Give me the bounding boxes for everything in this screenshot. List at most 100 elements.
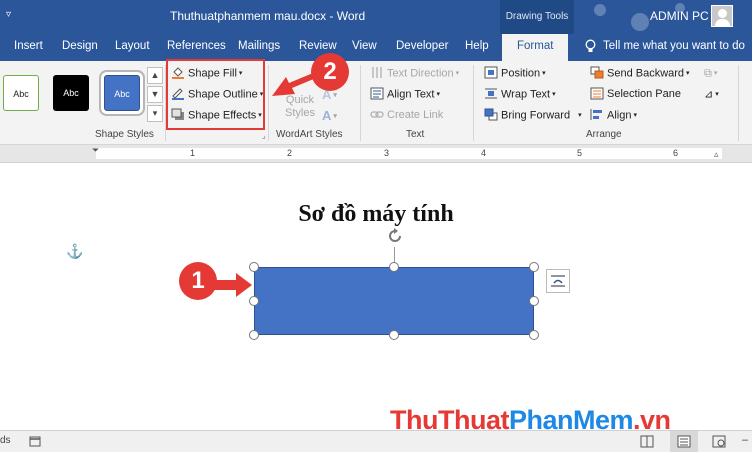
chevron-down-icon: ▾ — [436, 91, 441, 98]
user-name[interactable]: ADMIN PC — [650, 9, 709, 23]
ruler-number: 4 — [481, 148, 487, 158]
resize-handle[interactable] — [389, 262, 399, 272]
document-heading[interactable]: Sơ đồ máy tính — [0, 201, 752, 228]
lightbulb-icon — [585, 39, 596, 52]
proofing-icon[interactable] — [29, 435, 41, 447]
resize-handle[interactable] — [389, 330, 399, 340]
tab-format[interactable]: Format — [502, 34, 569, 61]
tab-mailings[interactable]: Mailings — [238, 40, 280, 52]
group-label-arrange: Arrange — [586, 129, 622, 140]
selection-pane-label: Selection Pane — [607, 88, 681, 100]
watermark-part2: PhanMem — [508, 405, 634, 435]
group-objects-icon[interactable]: ⧉ ▾ — [704, 65, 717, 82]
tab-design[interactable]: Design — [62, 40, 98, 52]
style-thumb-black[interactable]: Abc — [53, 75, 89, 111]
divider — [738, 65, 739, 141]
ruler-number: 5 — [577, 148, 583, 158]
tab-references[interactable]: References — [167, 40, 226, 52]
text-direction-label: Text Direction — [387, 67, 454, 80]
read-mode-icon[interactable] — [640, 435, 654, 448]
tab-layout[interactable]: Layout — [115, 40, 150, 52]
resize-handle[interactable] — [529, 330, 539, 340]
tab-help[interactable]: Help — [465, 40, 489, 52]
group-label-shape-styles: Shape Styles — [95, 129, 154, 140]
gallery-scroll-up-icon[interactable]: ▲ — [147, 67, 163, 84]
print-layout-button[interactable] — [670, 431, 698, 452]
shape-styles-gallery: Abc Abc Abc ▲ ▼ ▾ — [0, 67, 164, 123]
resize-handle[interactable] — [529, 262, 539, 272]
divider — [268, 65, 269, 141]
print-layout-icon — [677, 435, 691, 448]
callout-arrow-2 — [272, 74, 316, 96]
horizontal-ruler[interactable]: 1 2 3 4 5 6 ⏷ ▵ — [0, 145, 752, 163]
gallery-more-icon[interactable]: ▾ — [147, 105, 163, 122]
bring-forward-button[interactable]: Bring Forward ▾ — [484, 107, 582, 124]
chevron-down-icon: ▾ — [633, 112, 637, 119]
step-callout-1: 1 — [179, 262, 217, 300]
watermark-part1: ThuThuat — [390, 405, 509, 435]
send-backward-label: Send Backward — [607, 67, 685, 80]
group-label-text: Text — [406, 129, 425, 140]
layout-options-icon — [551, 275, 565, 287]
zoom-out-icon[interactable]: – — [742, 434, 748, 446]
tab-developer[interactable]: Developer — [396, 40, 448, 52]
ruler-number: 6 — [673, 148, 679, 158]
bring-forward-label: Bring Forward — [501, 109, 571, 122]
dialog-launcher-icon[interactable]: ⌟ — [262, 131, 266, 140]
word-count[interactable]: ds — [0, 435, 11, 446]
create-link-label: Create Link — [387, 109, 444, 121]
position-icon — [484, 66, 498, 79]
web-layout-icon[interactable] — [712, 435, 726, 448]
ribbon-format: Abc Abc Abc ▲ ▼ ▾ Shape Styles Shape Fil… — [0, 59, 752, 145]
tab-insert[interactable]: Insert — [14, 40, 43, 52]
rectangle-shape[interactable] — [254, 267, 534, 335]
wrap-text-label: Wrap Text — [501, 88, 551, 101]
layout-options-button[interactable] — [546, 269, 570, 293]
send-backward-button[interactable]: Send Backward ▾ — [590, 65, 690, 82]
position-label: Position — [501, 67, 541, 80]
link-icon — [370, 110, 384, 118]
chevron-down-icon: ▾ — [552, 91, 556, 98]
tab-review[interactable]: Review — [299, 40, 337, 52]
site-watermark-logo: ThuThuatPhanMem.vn — [390, 405, 671, 436]
ruler-number: 1 — [190, 148, 196, 158]
align-text-button[interactable]: Align Text ▾ — [370, 86, 440, 103]
tab-view[interactable]: View — [352, 40, 377, 52]
rotate-handle-icon[interactable] — [386, 227, 404, 245]
wrap-text-button[interactable]: Wrap Text ▾ — [484, 86, 556, 103]
divider — [360, 65, 361, 141]
style-thumb-blue[interactable]: Abc — [104, 75, 140, 111]
chevron-down-icon: ▾ — [578, 112, 582, 119]
rotate-icon[interactable]: ⊿ ▾ — [704, 86, 719, 103]
wrap-text-icon — [485, 88, 497, 99]
text-direction-icon — [372, 67, 382, 78]
align-button[interactable]: Align ▾ — [590, 107, 637, 124]
window-title: Thuthuatphanmem mau.docx - Word — [170, 9, 366, 23]
style-thumb-white[interactable]: Abc — [3, 75, 39, 111]
ruler-number: 2 — [287, 148, 293, 158]
quick-access-dropdown[interactable]: ▿ — [6, 9, 11, 20]
divider — [473, 65, 474, 141]
right-indent-marker-icon[interactable]: ▵ — [714, 149, 719, 160]
selection-pane-button[interactable]: Selection Pane — [590, 86, 681, 103]
resize-handle[interactable] — [249, 330, 259, 340]
align-text-label: Align Text — [387, 88, 435, 101]
align-icon — [590, 109, 602, 120]
position-button[interactable]: Position ▾ — [484, 65, 546, 82]
user-avatar[interactable] — [711, 5, 733, 27]
selection-pane-icon — [590, 87, 604, 100]
text-effects-icon[interactable]: A ▾ — [322, 107, 337, 124]
align-text-icon — [370, 87, 384, 100]
word-window: ▿ Thuthuatphanmem mau.docx - Word Drawin… — [0, 0, 752, 452]
resize-handle[interactable] — [529, 296, 539, 306]
tell-me-box[interactable]: Tell me what you want to do — [584, 39, 745, 53]
tell-me-text: Tell me what you want to do — [603, 40, 745, 53]
document-page[interactable]: Sơ đồ máy tính ⚓ — [0, 163, 752, 430]
highlight-box — [166, 59, 265, 130]
anchor-icon[interactable]: ⚓ — [66, 243, 83, 260]
text-direction-button[interactable]: Text Direction ▾ — [370, 65, 459, 82]
indent-marker-icon[interactable]: ⏷ — [92, 145, 99, 156]
gallery-scroll-down-icon[interactable]: ▼ — [147, 86, 163, 103]
create-link-button[interactable]: Create Link — [370, 107, 443, 124]
drawing-tools-context-label: Drawing Tools — [500, 0, 574, 34]
